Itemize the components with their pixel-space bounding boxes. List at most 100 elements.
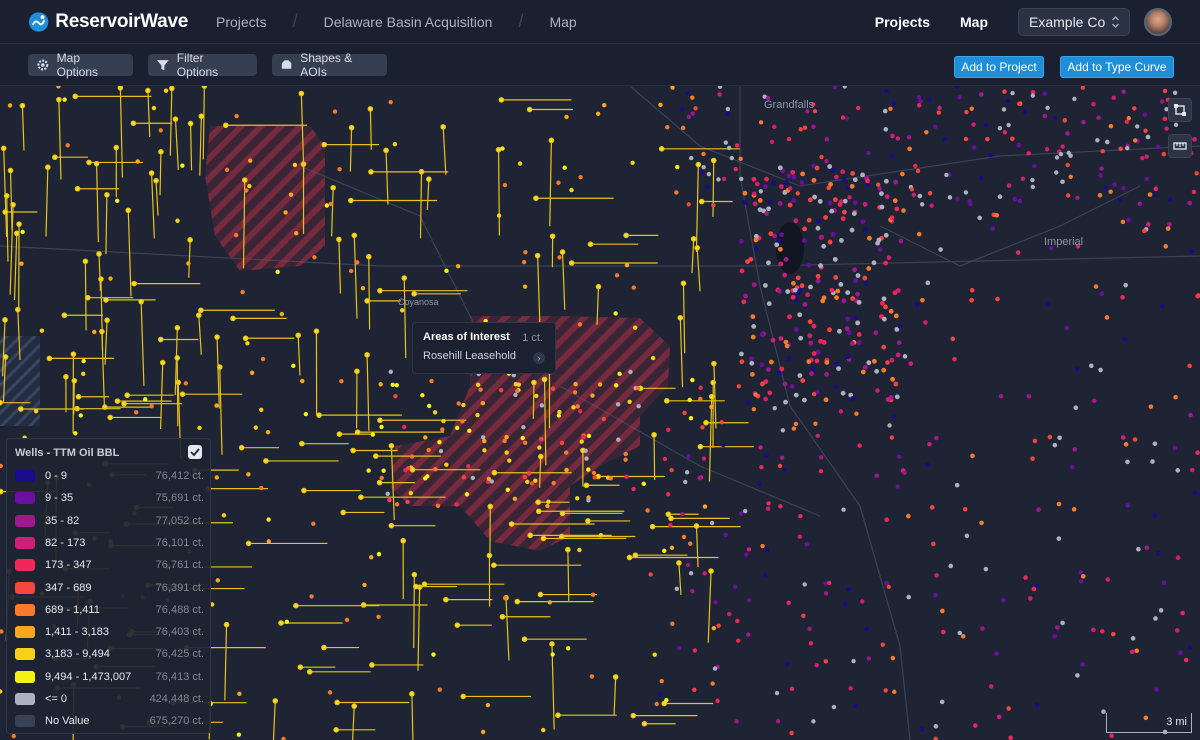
well-dot [1020,176,1026,181]
well-dot [776,370,782,376]
well-dot [1017,198,1023,204]
well-dot [879,204,885,210]
well-dot [800,171,806,177]
legend-visibility-checkbox[interactable] [188,445,202,459]
well-dot [1105,577,1111,582]
well-dot [969,297,974,303]
legend-item[interactable]: 1,411 - 3,183 76,403 ct. [15,623,204,641]
well-dot [866,266,872,271]
well-dot [900,171,905,177]
well-dot [1035,583,1040,589]
well-dot [686,202,691,207]
well-dot [7,103,13,108]
well-dot [0,689,3,694]
well-dot [376,614,381,620]
well-dot [798,335,804,341]
well-dot [180,163,185,168]
well-dot [636,403,641,409]
well-dot [855,273,861,278]
well-dot [1058,152,1064,157]
well-dot [873,330,879,336]
legend-item[interactable]: <= 0 424,448 ct. [15,690,204,708]
well-dot [662,548,667,554]
legend-swatch [15,715,35,728]
breadcrumb-project-name[interactable]: Delaware Basin Acquisition [324,14,493,30]
legend-item[interactable]: 9,494 - 1,473,007 76,413 ct. [15,668,204,686]
nav-projects-link[interactable]: Projects [875,14,930,30]
well-dot [237,691,242,697]
well-dot [197,425,202,431]
well-dot [438,448,444,454]
well-dot [750,314,756,320]
aoi-item-rosehill-leasehold[interactable]: Rosehill Leasehold [423,350,545,362]
well-dot [388,369,393,375]
legend-item[interactable]: 3,183 - 9,494 76,425 ct. [15,645,204,663]
well-dot [62,97,67,102]
well-dot [1104,315,1110,320]
well-dot [309,594,314,599]
add-to-type-curve-button[interactable]: Add to Type Curve [1060,56,1174,78]
well-dot [557,409,562,415]
legend-item[interactable]: 0 - 9 76,412 ct. [15,467,204,485]
legend-item[interactable]: 35 - 82 77,052 ct. [15,512,204,530]
well-dot [674,190,679,195]
well-dot [432,410,438,415]
nav-map-link[interactable]: Map [960,14,988,30]
map-canvas[interactable]: Coyanosa Grandfalls Imperial Areas of In… [0,86,1200,740]
well-dot [665,124,670,130]
well-dot [941,629,946,635]
well-dot [630,160,635,166]
well-dot [808,284,813,290]
well-dot [732,584,738,589]
shapes-aois-button[interactable]: Shapes & AOIs [272,51,387,79]
legend-item[interactable]: 347 - 689 76,391 ct. [15,579,204,597]
breadcrumb-map[interactable]: Map [549,14,576,30]
legend-item[interactable]: 9 - 35 75,691 ct. [15,489,204,507]
well-dot [502,595,508,601]
well-dot [810,365,816,371]
well-dot [875,388,880,393]
well-dot [751,406,757,412]
well-dot [811,124,816,130]
organization-select[interactable]: Example Co [1018,8,1130,36]
well-dot [674,586,680,592]
legend-item[interactable]: 173 - 347 76,761 ct. [15,556,204,574]
well-dot [1121,185,1126,191]
legend-item[interactable]: 82 - 173 76,101 ct. [15,534,204,552]
well-dot [862,364,868,370]
well-dot [692,687,697,693]
brand-logo[interactable]: ReservoirWave [28,11,188,33]
breadcrumb-projects[interactable]: Projects [216,14,267,30]
draw-shape-button[interactable] [1168,98,1192,122]
well-dot [303,411,309,417]
well-dot [73,431,78,436]
measure-button[interactable] [1168,134,1192,158]
add-to-project-button[interactable]: Add to Project [954,56,1044,78]
well-dot [312,255,317,260]
legend-item[interactable]: 689 - 1,411 76,488 ct. [15,601,204,619]
well-dot [865,182,870,188]
well-dot [774,242,780,248]
well-dot [823,659,828,664]
well-dot [480,729,486,735]
map-options-button[interactable]: Map Options [28,51,133,79]
well-dot [1006,183,1012,188]
user-avatar[interactable] [1144,8,1172,36]
well-dot [889,153,895,158]
well-dot [485,702,491,708]
well-dot [815,278,821,284]
well-dot [1095,138,1100,143]
well-dot [1010,90,1015,96]
well-dot [689,155,694,161]
filter-options-button[interactable]: Filter Options [148,51,257,79]
legend-item[interactable]: No Value 675,270 ct. [15,712,204,730]
legend-count: 76,391 ct. [155,581,204,594]
well-dot [283,210,288,215]
chevron-right-icon[interactable]: › [533,352,545,364]
well-dot [745,400,751,405]
well-dot [1133,138,1138,143]
well-dot [883,304,888,310]
well-dot [1054,170,1059,175]
well-dot [292,162,298,168]
well-dot [1030,456,1035,461]
